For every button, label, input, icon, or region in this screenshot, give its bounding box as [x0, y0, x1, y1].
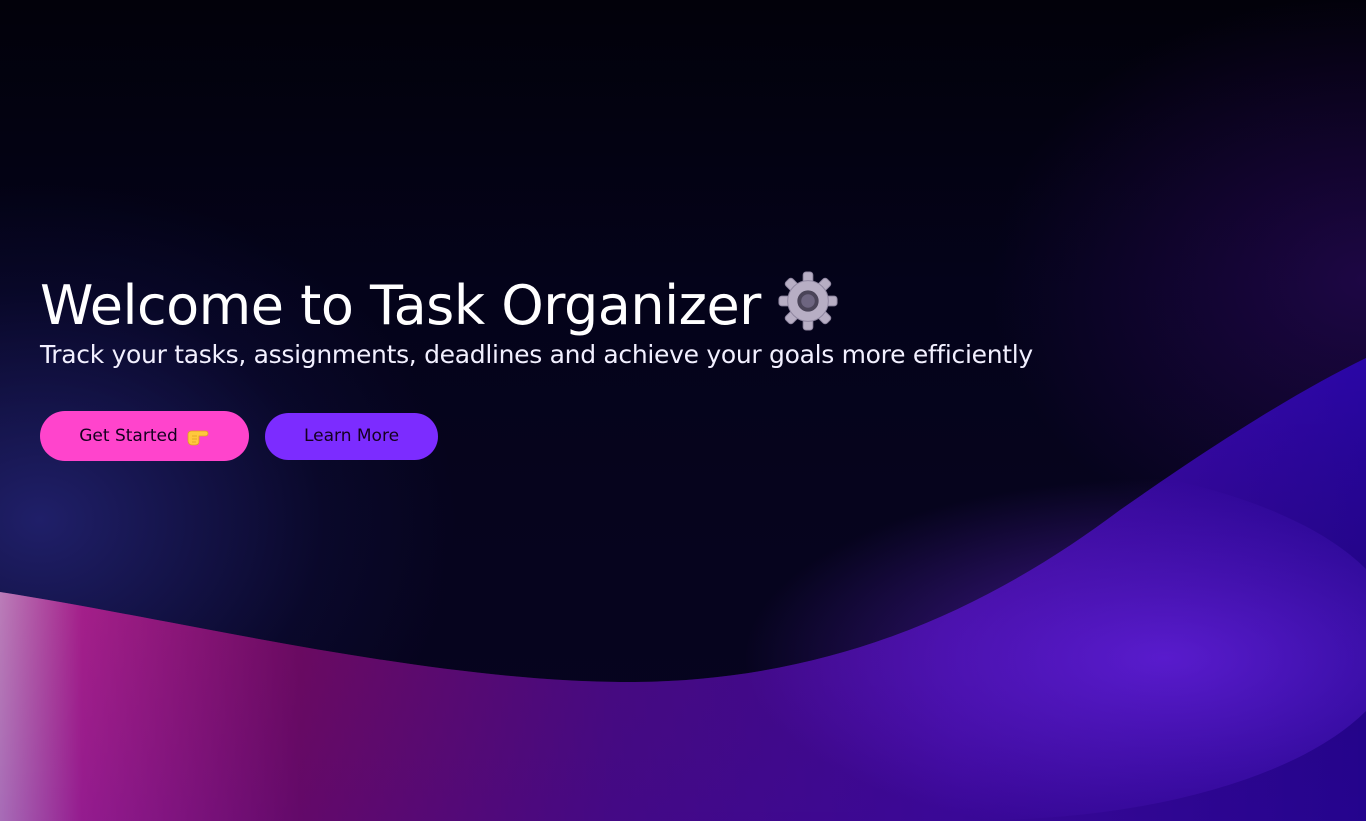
hero-section: Welcome to Task Organizer Track your tas…: [0, 0, 1366, 821]
page-title-text: Welcome to Task Organizer: [40, 274, 761, 337]
learn-more-label: Learn More: [303, 426, 400, 446]
hero-content: Welcome to Task Organizer Track your tas…: [40, 270, 1280, 461]
get-started-button[interactable]: Get Started: [40, 411, 249, 461]
page-title: Welcome to Task Organizer: [40, 270, 1280, 341]
hero-actions: Get Started Learn More: [40, 411, 1280, 461]
pointing-hand-icon: [187, 430, 209, 446]
learn-more-button[interactable]: Learn More: [265, 412, 438, 460]
gear-icon: [778, 271, 838, 331]
get-started-label: Get Started: [79, 426, 178, 446]
page-subtitle: Track your tasks, assignments, deadlines…: [40, 340, 1033, 369]
